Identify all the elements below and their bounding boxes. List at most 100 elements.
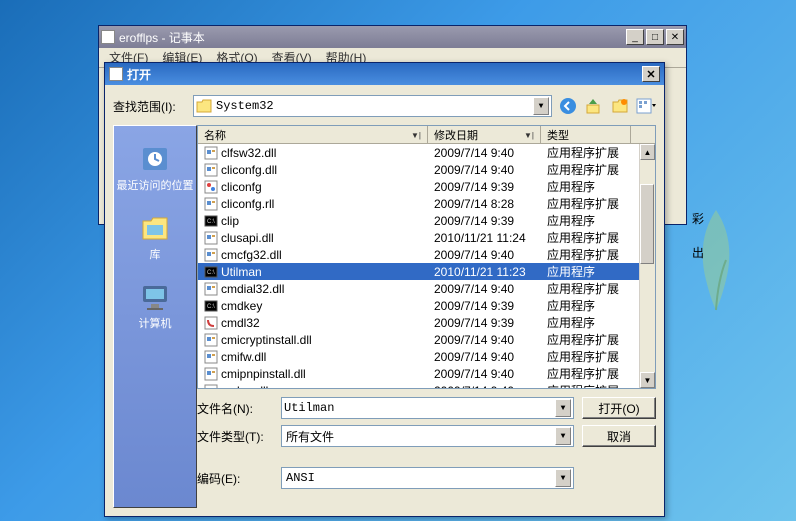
svg-text:C:\: C:\ — [207, 219, 215, 225]
lookin-combo[interactable]: System32 ▼ — [193, 95, 552, 117]
file-date: 2009/7/14 9:39 — [428, 214, 541, 228]
file-row[interactable]: clusapi.dll2010/11/21 11:24应用程序扩展 — [198, 229, 655, 246]
file-type: 应用程序扩展 — [541, 365, 631, 382]
file-row[interactable]: cmicryptinstall.dll2009/7/14 9:40应用程序扩展 — [198, 331, 655, 348]
file-icon — [204, 350, 218, 364]
file-date: 2009/7/14 9:39 — [428, 299, 541, 313]
sidebar-library[interactable]: 库 — [114, 205, 196, 266]
file-name: cmipnpinstall.dll — [221, 367, 306, 381]
file-row[interactable]: cliconfg.rll 2009/7/14 8:28应用程序扩展 — [198, 195, 655, 212]
file-date: 2009/7/14 9:40 — [428, 163, 541, 177]
file-date: 2009/7/14 9:39 — [428, 180, 541, 194]
sidebar-recent[interactable]: 最近访问的位置 — [114, 136, 196, 197]
close-button[interactable]: ✕ — [666, 29, 684, 45]
file-row[interactable]: cliconfg.dll2009/7/14 9:40应用程序扩展 — [198, 161, 655, 178]
file-icon — [204, 146, 218, 160]
scroll-thumb[interactable] — [640, 184, 654, 264]
file-date: 2009/7/14 9:40 — [428, 350, 541, 364]
column-date-header[interactable]: 修改日期▼| — [428, 126, 541, 143]
scroll-down-button[interactable]: ▼ — [640, 372, 655, 388]
file-date: 2009/7/14 9:40 — [428, 282, 541, 296]
file-date: 2010/11/21 11:24 — [428, 231, 541, 245]
view-menu-button[interactable] — [636, 96, 656, 116]
partial-text-2: 出 — [692, 244, 704, 261]
file-name: cmifw.dll — [221, 350, 266, 364]
file-date: 2009/7/14 9:40 — [428, 248, 541, 262]
back-button[interactable] — [558, 96, 578, 116]
svg-text:C:\: C:\ — [207, 304, 215, 310]
dropdown-icon[interactable]: ▼ — [555, 399, 571, 417]
file-row[interactable]: cliconfg2009/7/14 9:39应用程序 — [198, 178, 655, 195]
file-icon: C:\ — [204, 265, 218, 279]
dialog-title-text: 打开 — [127, 66, 642, 83]
file-type: 应用程序扩展 — [541, 229, 631, 246]
dialog-close-button[interactable]: ✕ — [642, 66, 660, 82]
encoding-combo[interactable]: ANSI ▼ — [281, 467, 574, 489]
cancel-button[interactable]: 取消 — [582, 425, 656, 447]
file-type: 应用程序扩展 — [541, 195, 631, 212]
file-name: cmdkey — [221, 299, 262, 313]
file-icon — [204, 231, 218, 245]
file-name: cmcfg32.dll — [221, 248, 282, 262]
file-type: 应用程序扩展 — [541, 331, 631, 348]
filename-label: 文件名(N): — [197, 400, 281, 417]
computer-icon — [137, 278, 173, 314]
file-name: cliconfg.rll — [221, 197, 274, 211]
library-icon — [137, 209, 173, 245]
file-row[interactable]: cmifw.dll 2009/7/14 9:40应用程序扩展 — [198, 348, 655, 365]
file-list: 名称▼| 修改日期▼| 类型 clfsw32.dll2009/7/14 9:40… — [197, 125, 656, 389]
recent-icon — [137, 140, 173, 176]
file-name: clfsw32.dll — [221, 146, 276, 160]
places-sidebar: 最近访问的位置 库 计算机 — [113, 125, 197, 508]
notepad-titlebar[interactable]: erofflps - 记事本 _ □ ✕ — [99, 26, 686, 48]
sidebar-library-label: 库 — [150, 249, 161, 262]
file-date: 2009/7/14 9:40 — [428, 384, 541, 390]
file-type: 应用程序扩展 — [541, 246, 631, 263]
filename-input[interactable] — [284, 401, 555, 415]
encoding-value: ANSI — [284, 471, 555, 485]
file-name: cmicryptinstall.dll — [221, 333, 312, 347]
file-list-scrollbar[interactable]: ▲ ▼ — [639, 144, 655, 388]
file-row[interactable]: cmlua.dll2009/7/14 9:40应用程序扩展 — [198, 382, 655, 389]
sidebar-computer[interactable]: 计算机 — [114, 274, 196, 335]
maximize-button[interactable]: □ — [646, 29, 664, 45]
dropdown-icon[interactable]: ▼ — [533, 97, 549, 115]
file-row[interactable]: C:\Utilman2010/11/21 11:23应用程序 — [198, 263, 655, 280]
file-icon: C:\ — [204, 299, 218, 313]
minimize-button[interactable]: _ — [626, 29, 644, 45]
folder-icon — [196, 99, 212, 113]
notepad-title-text: erofflps - 记事本 — [119, 29, 626, 46]
filetype-combo[interactable]: 所有文件 ▼ — [281, 425, 574, 447]
up-button[interactable] — [584, 96, 604, 116]
file-icon — [204, 163, 218, 177]
file-icon — [204, 248, 218, 262]
file-date: 2009/7/14 9:40 — [428, 367, 541, 381]
file-date: 2009/7/14 8:28 — [428, 197, 541, 211]
sidebar-recent-label: 最近访问的位置 — [117, 180, 194, 193]
file-row[interactable]: cmcfg32.dll 2009/7/14 9:40应用程序扩展 — [198, 246, 655, 263]
open-button[interactable]: 打开(O) — [582, 397, 656, 419]
file-row[interactable]: C:\clip2009/7/14 9:39应用程序 — [198, 212, 655, 229]
file-icon — [204, 367, 218, 381]
file-type: 应用程序 — [541, 212, 631, 229]
column-name-header[interactable]: 名称▼| — [198, 126, 428, 143]
column-type-header[interactable]: 类型 — [541, 126, 631, 143]
dropdown-icon[interactable]: ▼ — [555, 469, 571, 487]
lookin-label: 查找范围(I): — [113, 98, 187, 115]
file-name: cmlua.dll — [221, 384, 268, 390]
scroll-up-button[interactable]: ▲ — [640, 144, 655, 160]
new-folder-button[interactable] — [610, 96, 630, 116]
file-type: 应用程序 — [541, 297, 631, 314]
file-icon — [204, 333, 218, 347]
file-row[interactable]: C:\ cmdkey 2009/7/14 9:39应用程序 — [198, 297, 655, 314]
dialog-titlebar[interactable]: 打开 ✕ — [105, 63, 664, 85]
file-name: cliconfg.dll — [221, 163, 277, 177]
filename-combo[interactable]: ▼ — [281, 397, 574, 419]
file-row[interactable]: cmdial32.dll2009/7/14 9:40应用程序扩展 — [198, 280, 655, 297]
file-row[interactable]: clfsw32.dll2009/7/14 9:40应用程序扩展 — [198, 144, 655, 161]
dropdown-icon[interactable]: ▼ — [555, 427, 571, 445]
file-type: 应用程序扩展 — [541, 348, 631, 365]
file-type: 应用程序 — [541, 178, 631, 195]
file-row[interactable]: cmipnpinstall.dll 2009/7/14 9:40应用程序扩展 — [198, 365, 655, 382]
file-row[interactable]: cmdl322009/7/14 9:39应用程序 — [198, 314, 655, 331]
